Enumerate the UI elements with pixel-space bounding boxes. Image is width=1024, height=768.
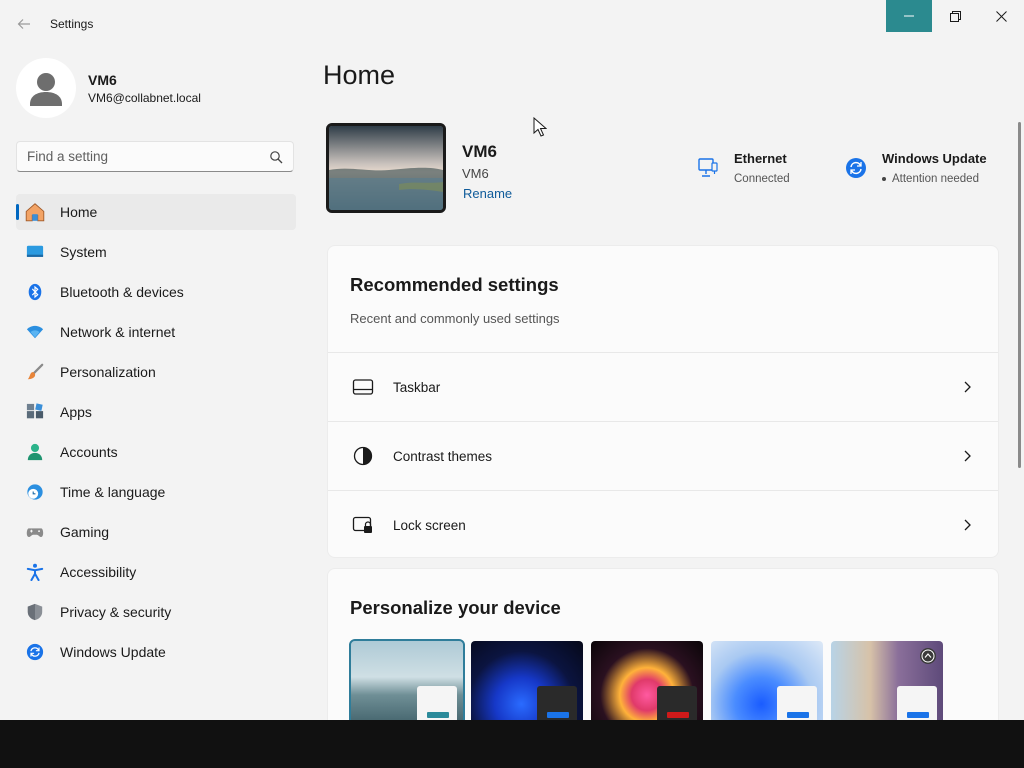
- search-input[interactable]: [27, 142, 257, 171]
- wifi-icon: [26, 325, 44, 339]
- recommended-subtitle: Recent and commonly used settings: [350, 311, 560, 326]
- chevron-right-icon: [964, 519, 971, 531]
- sidebar-item-privacy[interactable]: Privacy & security: [16, 594, 296, 630]
- rename-link[interactable]: Rename: [463, 186, 512, 201]
- sidebar-item-label: Accounts: [60, 444, 118, 460]
- sidebar-item-label: System: [60, 244, 107, 260]
- sidebar-item-label: Home: [60, 204, 98, 220]
- recommended-item-label: Taskbar: [393, 379, 441, 395]
- sidebar-item-label: Time & language: [60, 484, 166, 500]
- recommended-item-contrast-themes[interactable]: Contrast themes: [328, 421, 998, 490]
- sidebar-item-label: Gaming: [60, 524, 110, 540]
- theme-window-preview: [777, 686, 817, 720]
- chevron-right-icon: [964, 381, 971, 393]
- theme-window-preview: [897, 686, 937, 720]
- personalize-title: Personalize your device: [350, 597, 561, 618]
- attention-dot: [882, 177, 886, 181]
- theme-window-preview: [657, 686, 697, 720]
- recommended-item-taskbar[interactable]: Taskbar: [328, 352, 998, 421]
- brush-icon: [27, 363, 44, 380]
- sidebar-item-label: Accessibility: [60, 564, 137, 580]
- lock-screen-icon: [352, 516, 372, 533]
- theme-thumbnail-light-bloom[interactable]: [711, 641, 823, 720]
- sidebar-item-accessibility[interactable]: Accessibility: [16, 554, 296, 590]
- sidebar-item-home[interactable]: Home: [16, 194, 296, 230]
- sidebar-item-label: Bluetooth & devices: [60, 284, 184, 300]
- avatar[interactable]: [16, 58, 76, 118]
- ethernet-status-subtitle: Connected: [734, 173, 790, 185]
- sidebar-item-gaming[interactable]: Gaming: [16, 514, 296, 550]
- update-status-subtitle: Attention needed: [892, 173, 979, 185]
- recommended-item-label: Contrast themes: [393, 448, 493, 464]
- accounts-icon: [27, 443, 43, 461]
- chevron-right-icon: [964, 450, 971, 462]
- sidebar-item-time-language[interactable]: Time & language: [16, 474, 296, 510]
- apps-icon: [26, 403, 44, 419]
- contrast-icon: [353, 446, 373, 466]
- personalize-device-card: Personalize your device: [327, 568, 999, 720]
- windows-update-icon: [846, 158, 866, 178]
- desktop-bottom-strip: [0, 720, 1024, 768]
- update-status-title[interactable]: Windows Update: [882, 151, 987, 166]
- gamepad-icon: [26, 528, 44, 538]
- theme-window-preview: [417, 686, 457, 720]
- sidebar-item-label: Privacy & security: [60, 604, 172, 620]
- update-icon: [26, 643, 44, 661]
- accessibility-icon: [26, 563, 44, 581]
- theme-window-preview: [537, 686, 577, 720]
- restore-button[interactable]: [932, 0, 978, 32]
- close-icon: [995, 10, 1007, 22]
- close-button[interactable]: [978, 0, 1024, 32]
- sidebar-item-label: Personalization: [60, 364, 156, 380]
- recommended-item-label: Lock screen: [393, 517, 466, 533]
- restore-icon: [949, 10, 961, 22]
- sidebar-item-system[interactable]: System: [16, 234, 296, 270]
- recommended-title: Recommended settings: [350, 274, 559, 295]
- page-title: Home: [323, 60, 396, 90]
- sidebar-item-bluetooth[interactable]: Bluetooth & devices: [16, 274, 296, 310]
- minimize-button[interactable]: [886, 0, 932, 32]
- globe-clock-icon: [27, 484, 43, 500]
- wallpaper-image: [329, 126, 443, 210]
- theme-thumbnail-dark-bloom[interactable]: [471, 641, 583, 720]
- device-name: VM6: [462, 142, 497, 161]
- bluetooth-icon: [28, 283, 42, 301]
- mouse-cursor-icon: [533, 117, 547, 137]
- shield-icon: [27, 603, 43, 621]
- spotlight-icon: [920, 648, 936, 664]
- scrollbar[interactable]: [1018, 122, 1021, 468]
- ethernet-status-title[interactable]: Ethernet: [734, 151, 787, 166]
- search-icon[interactable]: [269, 150, 283, 164]
- home-icon: [25, 203, 45, 222]
- settings-window: Settings VM6 VM6@collabnet.local Home Sy: [0, 0, 1024, 720]
- sidebar-item-apps[interactable]: Apps: [16, 394, 296, 430]
- recommended-item-lock-screen[interactable]: Lock screen: [328, 490, 998, 559]
- sidebar-item-personalization[interactable]: Personalization: [16, 354, 296, 390]
- arrow-left-icon: [17, 19, 30, 29]
- user-icon: [30, 73, 62, 106]
- sidebar-item-network[interactable]: Network & internet: [16, 314, 296, 350]
- title-bar: Settings: [0, 0, 1024, 48]
- theme-thumbnail-landscape[interactable]: [349, 639, 465, 720]
- device-model: VM6: [462, 166, 489, 181]
- sidebar-item-label: Apps: [60, 404, 92, 420]
- theme-thumbnail-glow[interactable]: [591, 641, 703, 720]
- sidebar-nav: Home System Bluetooth & devices Network …: [16, 194, 296, 674]
- user-email: VM6@collabnet.local: [88, 91, 201, 105]
- search-box[interactable]: [16, 141, 294, 172]
- taskbar-icon: [352, 379, 374, 395]
- ethernet-icon: [698, 158, 718, 177]
- sidebar-item-windows-update[interactable]: Windows Update: [16, 634, 296, 670]
- sidebar-item-label: Windows Update: [60, 644, 166, 660]
- theme-thumbnail-spotlight[interactable]: [831, 641, 943, 720]
- recommended-settings-card: Recommended settings Recent and commonly…: [327, 245, 999, 558]
- app-title: Settings: [50, 17, 94, 31]
- sidebar-item-accounts[interactable]: Accounts: [16, 434, 296, 470]
- system-icon: [26, 245, 44, 257]
- back-button[interactable]: [12, 12, 36, 36]
- device-wallpaper-thumbnail: [326, 123, 446, 213]
- minimize-icon: [904, 15, 914, 17]
- user-name: VM6: [88, 72, 117, 88]
- sidebar-item-label: Network & internet: [60, 324, 176, 340]
